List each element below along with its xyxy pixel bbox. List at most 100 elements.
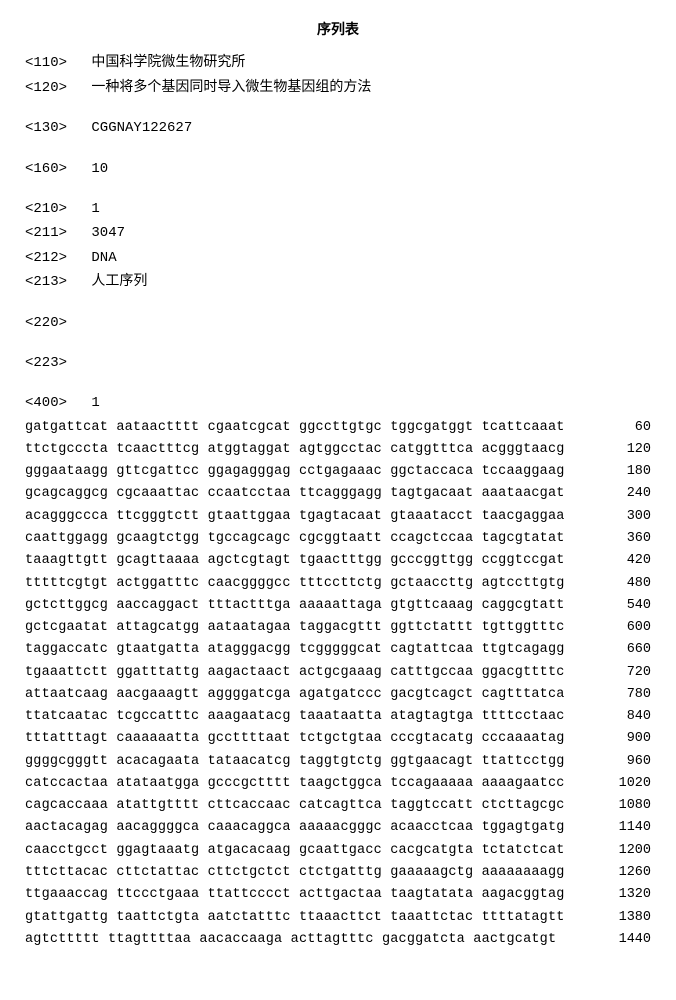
sequence-text: caattggagg gcaagtctgg tgccagcagc cgcggta…	[25, 528, 576, 550]
sequence-position: 1020	[576, 773, 651, 795]
sequence-position: 1380	[576, 907, 651, 929]
header-211: <211> 3047	[25, 222, 651, 244]
sequence-position: 720	[576, 662, 651, 684]
header-130: <130> CGGNAY122627	[25, 117, 651, 139]
sequence-position: 180	[576, 461, 651, 483]
sequence-position: 840	[576, 706, 651, 728]
sequence-row: tttcttacac cttctattac cttctgctct ctctgat…	[25, 862, 651, 884]
sequence-text: agtcttttt ttagttttaa aacaccaaga acttagtt…	[25, 929, 576, 951]
sequence-row: aactacagag aacaggggca caaacaggca aaaaacg…	[25, 817, 651, 839]
sequence-text: gatgattcat aataactttt cgaatcgcat ggccttg…	[25, 417, 576, 439]
sequence-row: gcagcaggcg cgcaaattac ccaatcctaa ttcaggg…	[25, 483, 651, 505]
header-210: <210> 1	[25, 198, 651, 220]
sequence-row: ttatcaatac tcgccatttc aaagaatacg taaataa…	[25, 706, 651, 728]
header-220: <220>	[25, 312, 651, 334]
sequence-row: tttttcgtgt actggatttc caacggggcc tttcctt…	[25, 573, 651, 595]
sequence-row: ggggcgggtt acacagaata tataacatcg taggtgt…	[25, 751, 651, 773]
sequence-position: 780	[576, 684, 651, 706]
tag-120: <120>	[25, 77, 75, 99]
header-223: <223>	[25, 352, 651, 374]
tag-210: <210>	[25, 198, 75, 220]
header-213: <213> 人工序列	[25, 271, 651, 293]
sequence-row: gggaataagg gttcgattcc ggagagggag cctgaga…	[25, 461, 651, 483]
sequence-row: taaagttgtt gcagttaaaa agctcgtagt tgaactt…	[25, 550, 651, 572]
sequence-position: 420	[576, 550, 651, 572]
sequence-row: caacctgcct ggagtaaatg atgacacaag gcaattg…	[25, 840, 651, 862]
sequence-row: tttatttagt caaaaaatta gccttttaat tctgctg…	[25, 728, 651, 750]
sequence-table: gatgattcat aataactttt cgaatcgcat ggccttg…	[25, 417, 651, 951]
tag-160: <160>	[25, 158, 75, 180]
organism: 人工序列	[91, 274, 147, 290]
sequence-text: gctcttggcg aaccaggact tttactttga aaaaatt…	[25, 595, 576, 617]
sequence-position: 480	[576, 573, 651, 595]
sequence-position: 1200	[576, 840, 651, 862]
header-212: <212> DNA	[25, 247, 651, 269]
sequence-row: acagggccca ttcgggtctt gtaattggaa tgagtac…	[25, 506, 651, 528]
tag-211: <211>	[25, 222, 75, 244]
sequence-text: taggaccatc gtaatgatta atagggacgg tcggggg…	[25, 639, 576, 661]
sequence-row: gtattgattg taattctgta aatctatttc ttaaact…	[25, 907, 651, 929]
sequence-position: 300	[576, 506, 651, 528]
sequence-row: tgaaattctt ggatttattg aagactaact actgcga…	[25, 662, 651, 684]
sequence-text: taaagttgtt gcagttaaaa agctcgtagt tgaactt…	[25, 550, 576, 572]
seq-length: 3047	[91, 225, 125, 241]
tag-130: <130>	[25, 117, 75, 139]
sequence-count: 10	[91, 161, 108, 177]
tag-110: <110>	[25, 52, 75, 74]
sequence-row: attaatcaag aacgaaagtt aggggatcga agatgat…	[25, 684, 651, 706]
sequence-row: cagcaccaaa atattgtttt cttcaccaac catcagt…	[25, 795, 651, 817]
sequence-text: attaatcaag aacgaaagtt aggggatcga agatgat…	[25, 684, 576, 706]
sequence-text: tgaaattctt ggatttattg aagactaact actgcga…	[25, 662, 576, 684]
sequence-position: 60	[576, 417, 651, 439]
tag-223: <223>	[25, 352, 75, 374]
sequence-text: gtattgattg taattctgta aatctatttc ttaaact…	[25, 907, 576, 929]
header-110: <110> 中国科学院微生物研究所	[25, 52, 651, 74]
sequence-position: 900	[576, 728, 651, 750]
sequence-position: 360	[576, 528, 651, 550]
sequence-text: ttgaaaccag ttccctgaaa ttattcccct acttgac…	[25, 884, 576, 906]
sequence-text: ttctgcccta tcaactttcg atggtaggat agtggcc…	[25, 439, 576, 461]
sequence-text: ggggcgggtt acacagaata tataacatcg taggtgt…	[25, 751, 576, 773]
header-120: <120> 一种将多个基因同时导入微生物基因组的方法	[25, 77, 651, 99]
tag-400: <400>	[25, 392, 75, 414]
sequence-row: caattggagg gcaagtctgg tgccagcagc cgcggta…	[25, 528, 651, 550]
tag-220: <220>	[25, 312, 75, 334]
header-400: <400> 1	[25, 392, 651, 414]
sequence-position: 1140	[576, 817, 651, 839]
sequence-text: tttcttacac cttctattac cttctgctct ctctgat…	[25, 862, 576, 884]
sequence-text: tttatttagt caaaaaatta gccttttaat tctgctg…	[25, 728, 576, 750]
sequence-row: gctcttggcg aaccaggact tttactttga aaaaatt…	[25, 595, 651, 617]
sequence-position: 540	[576, 595, 651, 617]
sequence-position: 1260	[576, 862, 651, 884]
sequence-position: 240	[576, 483, 651, 505]
sequence-row: taggaccatc gtaatgatta atagggacgg tcggggg…	[25, 639, 651, 661]
sequence-position: 960	[576, 751, 651, 773]
tag-212: <212>	[25, 247, 75, 269]
sequence-position: 600	[576, 617, 651, 639]
sequence-position: 660	[576, 639, 651, 661]
invention-title: 一种将多个基因同时导入微生物基因组的方法	[91, 80, 371, 96]
sequence-position: 120	[576, 439, 651, 461]
sequence-text: caacctgcct ggagtaaatg atgacacaag gcaattg…	[25, 840, 576, 862]
sequence-row: ttctgcccta tcaactttcg atggtaggat agtggcc…	[25, 439, 651, 461]
sequence-listing-title: 序列表	[25, 20, 651, 42]
sequence-position: 1440	[576, 929, 651, 951]
sequence-row: gctcgaatat attagcatgg aataatagaa taggacg…	[25, 617, 651, 639]
sequence-text: ttatcaatac tcgccatttc aaagaatacg taaataa…	[25, 706, 576, 728]
seq-id: 1	[91, 201, 99, 217]
sequence-text: aactacagag aacaggggca caaacaggca aaaaacg…	[25, 817, 576, 839]
sequence-row: agtcttttt ttagttttaa aacaccaaga acttagtt…	[25, 929, 651, 951]
applicant-name: 中国科学院微生物研究所	[91, 55, 245, 71]
sequence-text: cagcaccaaa atattgtttt cttcaccaac catcagt…	[25, 795, 576, 817]
file-reference: CGGNAY122627	[91, 120, 192, 136]
sequence-text: gcagcaggcg cgcaaattac ccaatcctaa ttcaggg…	[25, 483, 576, 505]
tag-213: <213>	[25, 271, 75, 293]
header-160: <160> 10	[25, 158, 651, 180]
sequence-position: 1320	[576, 884, 651, 906]
sequence-text: acagggccca ttcgggtctt gtaattggaa tgagtac…	[25, 506, 576, 528]
sequence-position: 1080	[576, 795, 651, 817]
sequence-text: catccactaa atataatgga gcccgctttt taagctg…	[25, 773, 576, 795]
sequence-row: ttgaaaccag ttccctgaaa ttattcccct acttgac…	[25, 884, 651, 906]
sequence-text: gggaataagg gttcgattcc ggagagggag cctgaga…	[25, 461, 576, 483]
sequence-text: tttttcgtgt actggatttc caacggggcc tttcctt…	[25, 573, 576, 595]
